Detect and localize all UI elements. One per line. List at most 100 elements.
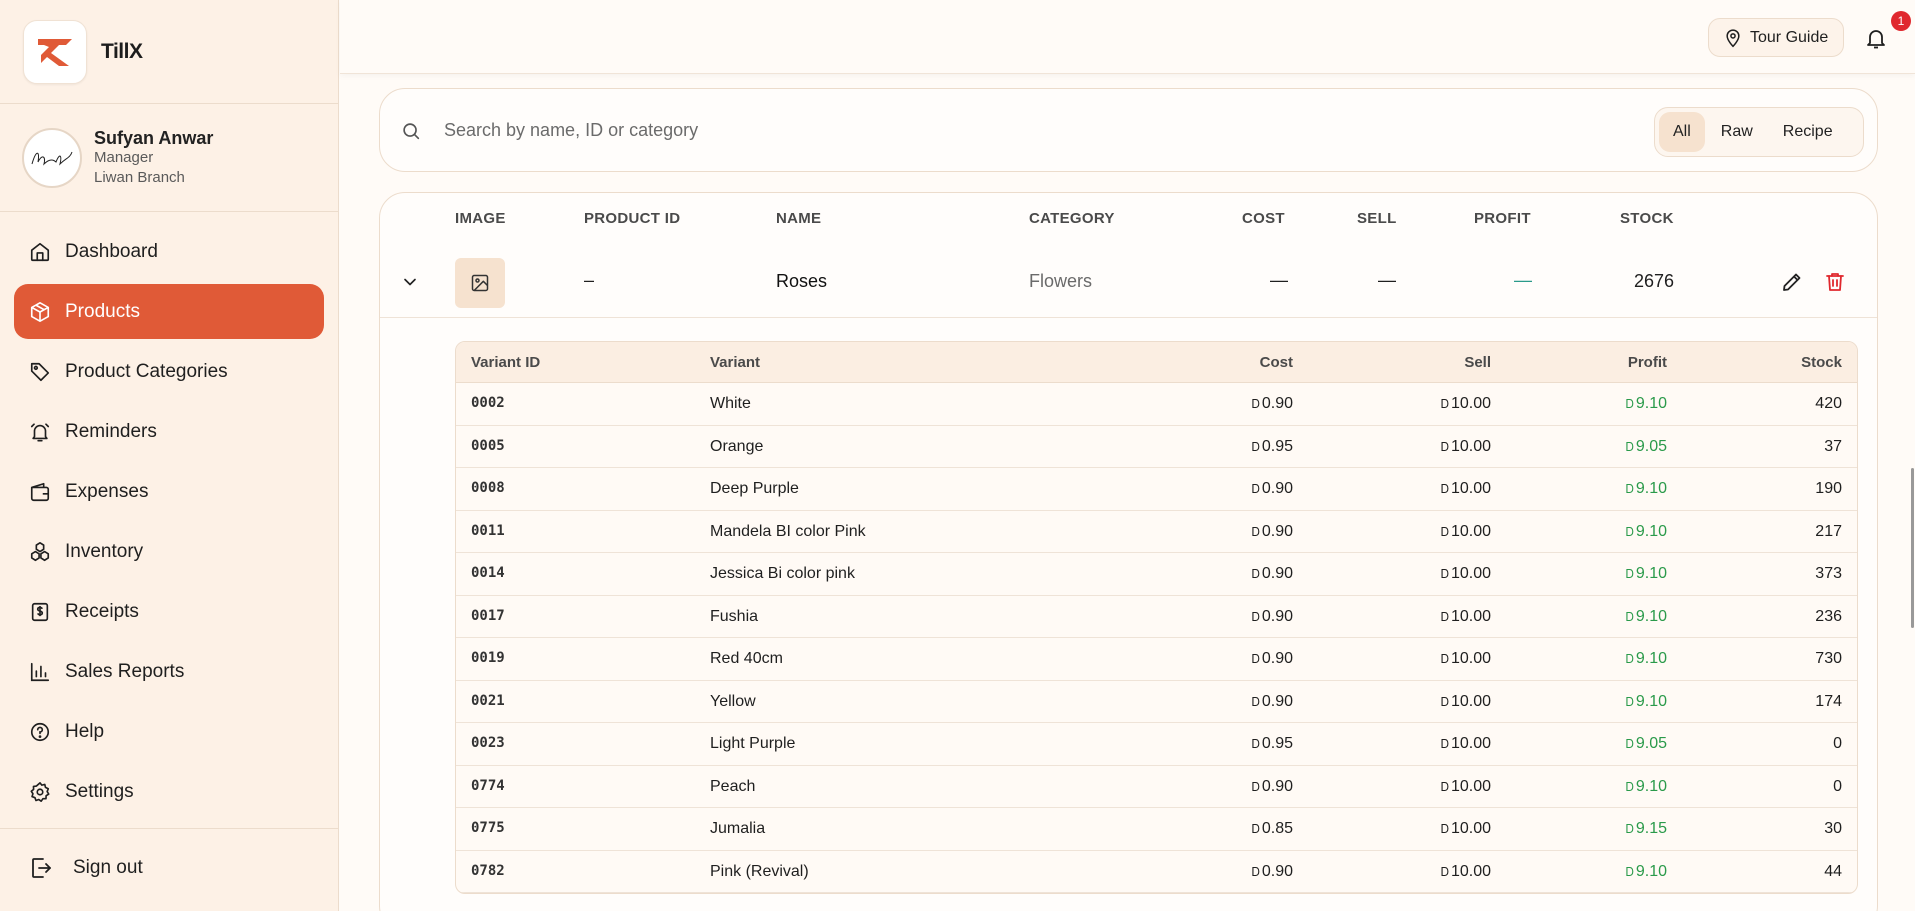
filter-all[interactable]: All (1659, 112, 1705, 152)
sign-out-button[interactable]: Sign out (29, 856, 143, 880)
variant-cost: Ꭰ 0.95 (1252, 438, 1293, 456)
product-category: Flowers (1029, 271, 1093, 291)
variant-header-profit[interactable]: Profit (1628, 354, 1667, 371)
image-icon (471, 274, 489, 292)
variant-id: 0014 (471, 565, 505, 581)
sidebar-item-dashboard[interactable]: Dashboard (14, 224, 324, 279)
variant-stock: 373 (1815, 565, 1842, 583)
variant-header-sell[interactable]: Sell (1464, 354, 1491, 371)
sidebar-item-receipts[interactable]: Receipts (14, 584, 324, 639)
sidebar-item-inventory[interactable]: Inventory (14, 524, 324, 579)
app-logo[interactable] (23, 19, 87, 84)
variant-header-variant[interactable]: Variant (710, 354, 760, 371)
variant-profit: Ꭰ 9.10 (1626, 693, 1667, 711)
sidebar-item-label: Dashboard (65, 240, 158, 262)
sidebar-item-label: Help (65, 720, 105, 742)
table-row[interactable]: 0011 Mandela BI color Pink Ꭰ 0.90 Ꭰ 10.00 Ꭰ 9.1… (456, 511, 1857, 553)
variant-sell: Ꭰ 10.00 (1441, 565, 1491, 583)
variant-profit: Ꭰ 9.10 (1626, 608, 1667, 626)
variant-stock: 174 (1815, 693, 1842, 711)
user-profile[interactable]: Sufyan Anwar Manager Liwan Branch (0, 104, 338, 212)
product-row[interactable]: – Roses Flowers — — — 2676 (380, 248, 1877, 318)
variant-stock: 730 (1815, 650, 1842, 668)
table-row[interactable]: 0014 Jessica Bi color pink Ꭰ 0.90 Ꭰ 10.00 Ꭰ 9.1… (456, 553, 1857, 596)
variant-header-id[interactable]: Variant ID (471, 354, 540, 371)
variant-cost: Ꭰ 0.90 (1252, 395, 1293, 413)
variant-id: 0011 (471, 523, 505, 539)
tour-guide-button[interactable]: Tour Guide (1708, 18, 1845, 57)
variant-id-value: 0775 (471, 820, 505, 836)
page-scrollbar[interactable] (1911, 468, 1914, 628)
table-row[interactable]: 0019 Red 40cm Ꭰ 0.90 Ꭰ 10.00 Ꭰ 9.10 730 (456, 638, 1857, 681)
variant-stock-value: 37 (1824, 437, 1842, 455)
variant-name-value: Deep Purple (710, 480, 799, 497)
variant-profit-value: 9.10 (1635, 565, 1667, 582)
variant-sell-value: 10.00 (1450, 862, 1491, 880)
sidebar-item-label: Reminders (65, 420, 157, 442)
table-row[interactable]: 0008 Deep Purple Ꭰ 0.90 Ꭰ 10.00 Ꭰ 9.10 190 (456, 468, 1857, 511)
products-table: IMAGE PRODUCT ID NAME CATEGORY COST SELL… (379, 192, 1878, 911)
table-row[interactable]: 0775 Jumalia Ꭰ 0.85 Ꭰ 10.00 Ꭰ 9.15 30 (456, 808, 1857, 851)
table-row[interactable]: 0002 White Ꭰ 0.90 Ꭰ 10.00 Ꭰ 9.10 420 (456, 383, 1857, 426)
variant-header-stock[interactable]: Stock (1801, 354, 1842, 371)
variant-name: Pink (Revival) (710, 863, 809, 881)
currency-symbol: Ꭰ (1251, 822, 1260, 836)
column-header-stock[interactable]: STOCK (1620, 210, 1674, 227)
variant-stock: 420 (1815, 395, 1842, 413)
variant-id-value: 0002 (471, 395, 505, 411)
product-image-placeholder[interactable] (455, 258, 505, 308)
column-header-cost[interactable]: COST (1242, 210, 1285, 227)
column-header-product-id[interactable]: PRODUCT ID (584, 210, 680, 227)
variant-name-value: White (710, 395, 751, 412)
search-input[interactable] (444, 113, 1344, 147)
filter-raw[interactable]: Raw (1707, 112, 1767, 152)
table-row[interactable]: 0023 Light Purple Ꭰ 0.95 Ꭰ 10.00 Ꭰ 9.05 0 (456, 723, 1857, 766)
sidebar-item-sales-reports[interactable]: Sales Reports (14, 644, 324, 699)
variant-id-value: 0014 (471, 565, 505, 581)
column-header-sell[interactable]: SELL (1357, 210, 1397, 227)
trash-icon[interactable] (1823, 270, 1847, 294)
table-row[interactable]: 0005 Orange Ꭰ 0.95 Ꭰ 10.00 Ꭰ 9.05 37 (456, 426, 1857, 468)
variant-stock: 37 (1824, 438, 1842, 456)
column-header-category[interactable]: CATEGORY (1029, 210, 1115, 227)
variant-id: 0017 (471, 608, 505, 624)
table-row[interactable]: 0021 Yellow Ꭰ 0.90 Ꭰ 10.00 Ꭰ 9.10 174 (456, 681, 1857, 723)
filter-recipe[interactable]: Recipe (1769, 112, 1847, 152)
variant-stock: 190 (1815, 480, 1842, 498)
avatar (22, 127, 82, 188)
variant-stock: 217 (1815, 523, 1842, 541)
table-row[interactable]: 0782 Pink (Revival) Ꭰ 0.90 Ꭰ 10.00 Ꭰ 9.10 44 (456, 851, 1857, 893)
bell-icon[interactable] (1864, 26, 1888, 50)
variant-cost: Ꭰ 0.90 (1252, 608, 1293, 626)
edit-icon[interactable] (1780, 270, 1804, 294)
currency-symbol: Ꭰ (1251, 609, 1260, 624)
chevron-down-icon[interactable] (400, 272, 420, 292)
variant-cost: Ꭰ 0.85 (1252, 820, 1293, 838)
sidebar-item-expenses[interactable]: Expenses (14, 464, 324, 519)
sidebar-item-label: Inventory (65, 540, 144, 562)
sidebar-item-label: Receipts (65, 600, 139, 622)
currency-symbol: Ꭰ (1440, 779, 1449, 794)
variant-profit-value: 9.05 (1635, 437, 1667, 455)
wallet-icon (30, 482, 50, 501)
column-header-name[interactable]: NAME (776, 210, 821, 227)
product-sell: — (1378, 270, 1396, 290)
column-header-profit[interactable]: PROFIT (1474, 210, 1531, 227)
table-row[interactable]: 0774 Peach Ꭰ 0.90 Ꭰ 10.00 Ꭰ 9.10 0 (456, 766, 1857, 808)
variant-header-cost[interactable]: Cost (1260, 354, 1293, 371)
sidebar-item-reminders[interactable]: Reminders (14, 404, 324, 459)
variant-profit: Ꭰ 9.15 (1626, 820, 1667, 838)
sidebar-item-help[interactable]: Help (14, 704, 324, 759)
variant-sell-value: 10.00 (1450, 395, 1491, 412)
sidebar-item-settings[interactable]: Settings (14, 764, 324, 819)
variant-name: Orange (710, 438, 763, 456)
sidebar-item-product-categories[interactable]: Product Categories (14, 344, 324, 399)
table-row[interactable]: 0017 Fushia Ꭰ 0.90 Ꭰ 10.00 Ꭰ 9.10 236 (456, 596, 1857, 638)
sidebar-item-products[interactable]: Products (14, 284, 324, 339)
variant-stock: 0 (1833, 735, 1842, 753)
variant-profit: Ꭰ 9.05 (1626, 438, 1667, 456)
top-bar: Tour Guide 1 (340, 0, 1915, 74)
variant-name: Peach (710, 778, 755, 796)
column-header-image[interactable]: IMAGE (455, 210, 506, 227)
search-icon (403, 123, 420, 140)
